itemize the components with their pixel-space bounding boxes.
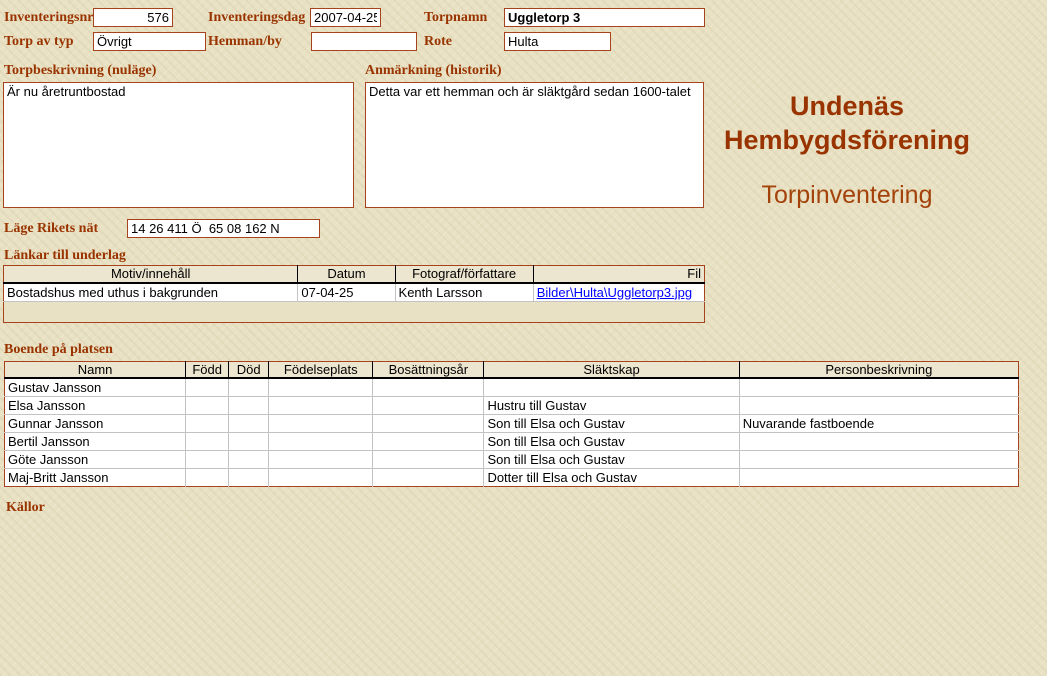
personbeskrivning-cell[interactable] bbox=[739, 432, 1018, 450]
inventeringsnr-label: Inventeringsnr bbox=[4, 10, 93, 26]
hemman-by-input[interactable] bbox=[311, 32, 417, 51]
lankar-table: Motiv/innehåll Datum Fotograf/författare… bbox=[3, 265, 705, 323]
namn-cell[interactable]: Gunnar Jansson bbox=[5, 414, 186, 432]
col-header-fodelseplats: Födelseplats bbox=[269, 362, 373, 379]
torpbeskrivning-textarea[interactable]: Är nu åretruntbostad bbox=[3, 82, 354, 208]
rote-input[interactable] bbox=[504, 32, 611, 51]
inventeringsnr-input[interactable] bbox=[93, 8, 173, 27]
inventeringsdag-input[interactable] bbox=[310, 8, 381, 27]
bosattningsar-cell[interactable] bbox=[373, 450, 484, 468]
personbeskrivning-cell[interactable] bbox=[739, 468, 1018, 486]
namn-cell[interactable]: Göte Jansson bbox=[5, 450, 186, 468]
datum-cell[interactable]: 07-04-25 bbox=[298, 283, 395, 302]
fodd-cell[interactable] bbox=[186, 450, 229, 468]
file-link[interactable]: Bilder\Hulta\Uggletorp3.jpg bbox=[537, 285, 692, 300]
slaktskap-cell[interactable]: Dotter till Elsa och Gustav bbox=[484, 468, 739, 486]
org-title-line1: Undenäs bbox=[702, 89, 992, 123]
personbeskrivning-cell[interactable]: Nuvarande fastboende bbox=[739, 414, 1018, 432]
bosattningsar-cell[interactable] bbox=[373, 432, 484, 450]
kallor-label: Källor bbox=[6, 500, 45, 516]
anmarkning-textarea[interactable]: Detta var ett hemman och är släktgård se… bbox=[365, 82, 704, 208]
fodelseplats-cell[interactable] bbox=[269, 414, 373, 432]
boende-row: Bertil Jansson Son till Elsa och Gustav bbox=[5, 432, 1019, 450]
fodelseplats-cell[interactable] bbox=[269, 396, 373, 414]
fil-cell: Bilder\Hulta\Uggletorp3.jpg bbox=[533, 283, 704, 302]
boende-row: Gustav Jansson bbox=[5, 378, 1019, 396]
col-header-datum: Datum bbox=[298, 266, 395, 283]
slaktskap-cell[interactable]: Hustru till Gustav bbox=[484, 396, 739, 414]
boende-row: Maj-Britt Jansson Dotter till Elsa och G… bbox=[5, 468, 1019, 486]
slaktskap-cell[interactable]: Son till Elsa och Gustav bbox=[484, 450, 739, 468]
lage-rikets-nat-input[interactable] bbox=[127, 219, 320, 238]
rote-label: Rote bbox=[424, 34, 452, 50]
motiv-cell[interactable]: Bostadshus med uthus i bakgrunden bbox=[4, 283, 298, 302]
anmarkning-label: Anmärkning (historik) bbox=[365, 63, 502, 79]
fodd-cell[interactable] bbox=[186, 378, 229, 396]
col-header-personbeskrivning: Personbeskrivning bbox=[739, 362, 1018, 379]
empty-cell bbox=[4, 302, 705, 323]
torp-av-typ-label: Torp av typ bbox=[4, 34, 74, 50]
fodelseplats-cell[interactable] bbox=[269, 378, 373, 396]
boende-section-label: Boende på platsen bbox=[4, 342, 113, 358]
namn-cell[interactable]: Bertil Jansson bbox=[5, 432, 186, 450]
lankar-empty-area bbox=[4, 302, 705, 323]
lankar-row: Bostadshus med uthus i bakgrunden 07-04-… bbox=[4, 283, 705, 302]
torpinventering-form: { "header": { "org_line1": "Undenäs", "o… bbox=[0, 0, 1047, 676]
org-title-line2: Hembygdsförening bbox=[702, 123, 992, 157]
lage-rikets-nat-label: Läge Rikets nät bbox=[4, 221, 98, 237]
slaktskap-cell[interactable] bbox=[484, 378, 739, 396]
col-header-fotograf: Fotograf/författare bbox=[395, 266, 533, 283]
inventeringsdag-label: Inventeringsdag bbox=[208, 10, 305, 26]
personbeskrivning-cell[interactable] bbox=[739, 378, 1018, 396]
boende-row: Gunnar Jansson Son till Elsa och Gustav … bbox=[5, 414, 1019, 432]
personbeskrivning-cell[interactable] bbox=[739, 450, 1018, 468]
fodd-cell[interactable] bbox=[186, 396, 229, 414]
col-header-fil: Fil bbox=[533, 266, 704, 283]
fotograf-cell[interactable]: Kenth Larsson bbox=[395, 283, 533, 302]
fodd-cell[interactable] bbox=[186, 468, 229, 486]
fodelseplats-cell[interactable] bbox=[269, 450, 373, 468]
torpnamn-label: Torpnamn bbox=[424, 10, 487, 26]
dod-cell[interactable] bbox=[229, 414, 269, 432]
bosattningsar-cell[interactable] bbox=[373, 396, 484, 414]
col-header-motiv: Motiv/innehåll bbox=[4, 266, 298, 283]
col-header-fodd: Född bbox=[186, 362, 229, 379]
personbeskrivning-cell[interactable] bbox=[739, 396, 1018, 414]
dod-cell[interactable] bbox=[229, 468, 269, 486]
org-title: Undenäs Hembygdsförening bbox=[702, 89, 992, 157]
bosattningsar-cell[interactable] bbox=[373, 468, 484, 486]
dod-cell[interactable] bbox=[229, 378, 269, 396]
fodelseplats-cell[interactable] bbox=[269, 432, 373, 450]
col-header-slaktskap: Släktskap bbox=[484, 362, 739, 379]
bosattningsar-cell[interactable] bbox=[373, 378, 484, 396]
col-header-namn: Namn bbox=[5, 362, 186, 379]
hemman-by-label: Hemman/by bbox=[208, 34, 282, 50]
namn-cell[interactable]: Gustav Jansson bbox=[5, 378, 186, 396]
torp-av-typ-input[interactable] bbox=[93, 32, 206, 51]
page-subtitle: Torpinventering bbox=[702, 181, 992, 210]
lankar-section-label: Länkar till underlag bbox=[4, 248, 126, 264]
fodd-cell[interactable] bbox=[186, 432, 229, 450]
fodelseplats-cell[interactable] bbox=[269, 468, 373, 486]
dod-cell[interactable] bbox=[229, 450, 269, 468]
namn-cell[interactable]: Maj-Britt Jansson bbox=[5, 468, 186, 486]
torpbeskrivning-label: Torpbeskrivning (nuläge) bbox=[4, 63, 156, 79]
torpnamn-input[interactable] bbox=[504, 8, 705, 27]
slaktskap-cell[interactable]: Son till Elsa och Gustav bbox=[484, 414, 739, 432]
slaktskap-cell[interactable]: Son till Elsa och Gustav bbox=[484, 432, 739, 450]
col-header-dod: Död bbox=[229, 362, 269, 379]
fodd-cell[interactable] bbox=[186, 414, 229, 432]
boende-row: Göte Jansson Son till Elsa och Gustav bbox=[5, 450, 1019, 468]
namn-cell[interactable]: Elsa Jansson bbox=[5, 396, 186, 414]
col-header-bosattningsar: Bosättningsår bbox=[373, 362, 484, 379]
dod-cell[interactable] bbox=[229, 432, 269, 450]
boende-table: Namn Född Död Födelseplats Bosättningsår… bbox=[4, 361, 1019, 487]
boende-header-row: Namn Född Död Födelseplats Bosättningsår… bbox=[5, 362, 1019, 379]
boende-row: Elsa Jansson Hustru till Gustav bbox=[5, 396, 1019, 414]
bosattningsar-cell[interactable] bbox=[373, 414, 484, 432]
dod-cell[interactable] bbox=[229, 396, 269, 414]
lankar-header-row: Motiv/innehåll Datum Fotograf/författare… bbox=[4, 266, 705, 283]
